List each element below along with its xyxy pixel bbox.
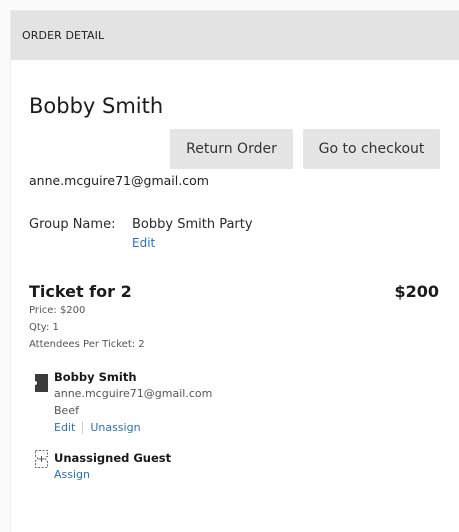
attendee-email: anne.mcguire71@gmail.com (54, 387, 213, 400)
ticket-total: $200 (394, 282, 439, 301)
unassigned-guest-name: Unassigned Guest (54, 451, 172, 465)
ticket-attendees-per-ticket: Attendees Per Ticket: 2 (29, 339, 145, 350)
ticket-icon (35, 374, 48, 392)
customer-name: Bobby Smith (29, 94, 164, 118)
attendee-unassign-link[interactable]: Unassign (90, 421, 140, 434)
add-guest-icon (35, 450, 48, 468)
customer-email: anne.mcguire71@gmail.com (29, 173, 209, 188)
order-detail-card: ORDER DETAIL Bobby Smith Return Order Go… (10, 10, 459, 532)
action-divider (82, 421, 84, 434)
attendee-edit-link[interactable]: Edit (54, 421, 75, 434)
attendee-name: Bobby Smith (54, 370, 137, 384)
ticket-price: Price: $200 (29, 305, 86, 316)
attendee-meal: Beef (54, 404, 79, 417)
group-edit-link[interactable]: Edit (132, 236, 155, 250)
page: ORDER DETAIL Bobby Smith Return Order Go… (0, 0, 459, 532)
assign-guest-link[interactable]: Assign (54, 468, 90, 481)
ticket-title: Ticket for 2 (29, 282, 132, 301)
header-title: ORDER DETAIL (22, 29, 105, 42)
group-name-value: Bobby Smith Party (132, 217, 253, 232)
card-header: ORDER DETAIL (11, 11, 459, 60)
return-order-button[interactable]: Return Order (170, 129, 293, 169)
go-to-checkout-button[interactable]: Go to checkout (303, 129, 440, 169)
attendee-actions: Edit Unassign (54, 421, 141, 434)
group-name-label: Group Name: (29, 217, 116, 232)
ticket-qty: Qty: 1 (29, 322, 59, 333)
